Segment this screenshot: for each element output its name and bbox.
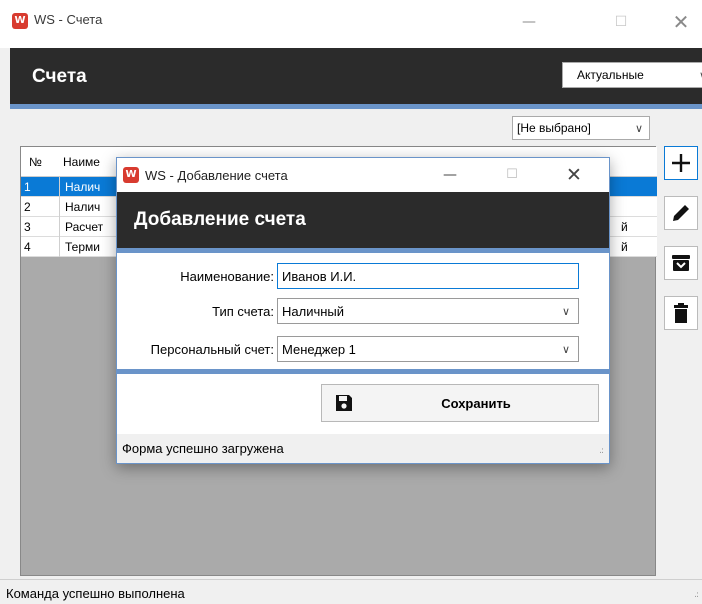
plus-icon [672,154,690,172]
add-account-dialog: W WS - Добавление счета — ☐ ✕ Добавление… [116,157,610,464]
app-logo-icon: W [12,13,28,29]
delete-button[interactable] [664,296,698,330]
dialog-maximize-button[interactable]: ☐ [489,161,535,189]
dialog-header: Добавление счета [117,192,609,248]
row-name: Терми [65,240,100,254]
window-title: WS - Счета [34,12,103,27]
dialog-status-bar: Форма успешно загружена .: [117,434,609,463]
dialog-status-text: Форма успешно загружена [122,441,284,456]
row-number: 1 [24,180,31,194]
chevron-down-icon: ∨ [561,343,570,356]
save-button-label: Сохранить [441,396,511,411]
chevron-down-icon: ∨ [561,305,570,318]
main-status-text: Команда успешно выполнена [6,586,185,601]
dialog-close-button[interactable]: ✕ [551,161,597,189]
add-button[interactable] [664,146,698,180]
category-filter-value: [Не выбрано] [517,121,591,135]
chevron-down-icon: ∨ [634,122,643,135]
name-label: Наименование: [180,269,274,284]
category-filter-select[interactable]: [Не выбрано] ∨ [512,116,650,140]
archive-button[interactable] [664,246,698,280]
row-number: 2 [24,200,31,214]
save-button[interactable]: Сохранить [321,384,599,422]
resize-grip-icon[interactable]: .: [694,590,699,600]
row-name: Налич [65,200,101,214]
page-header: Счета Актуальные ∨ [10,48,702,104]
dialog-titlebar[interactable]: W WS - Добавление счета — ☐ ✕ [117,158,609,192]
resize-grip-icon[interactable]: .: [599,446,604,456]
main-status-bar: Команда успешно выполнена .: [0,579,702,604]
edit-icon [673,205,689,221]
maximize-button[interactable]: ☐ [598,8,644,36]
account-type-value: Наличный [282,304,345,319]
page-title: Счета [32,66,87,87]
status-filter-select[interactable]: Актуальные ∨ [562,62,702,88]
dialog-header-title: Добавление счета [134,209,306,230]
column-header-name[interactable]: Наиме [63,155,100,169]
dialog-footer-strip [117,369,609,374]
row-number: 4 [24,240,31,254]
column-header-number[interactable]: № [29,155,42,169]
account-type-label: Тип счета: [212,304,274,319]
row-name: Расчет [65,220,104,234]
archive-icon [672,255,690,271]
close-button[interactable]: ✕ [658,8,702,36]
name-input[interactable]: Иванов И.И. [277,263,579,289]
dialog-minimize-button[interactable]: — [427,161,473,189]
personal-account-label: Персональный счет: [150,342,274,357]
row-number: 3 [24,220,31,234]
dialog-accent-strip [117,248,609,253]
personal-account-select[interactable]: Менеджер 1 ∨ [277,336,579,362]
status-filter-value: Актуальные [577,68,644,82]
account-type-select[interactable]: Наличный ∨ [277,298,579,324]
header-accent-strip [10,104,702,109]
main-titlebar[interactable]: W WS - Счета — ☐ ✕ [0,0,702,48]
personal-account-value: Менеджер 1 [282,342,356,357]
row-extra: й [621,240,628,254]
name-input-value: Иванов И.И. [282,269,357,284]
minimize-button[interactable]: — [506,8,552,36]
edit-button[interactable] [664,196,698,230]
row-extra: й [621,220,628,234]
app-logo-icon: W [123,167,139,183]
dialog-title: WS - Добавление счета [145,168,288,183]
trash-icon [674,303,688,323]
row-name: Налич [65,180,101,194]
